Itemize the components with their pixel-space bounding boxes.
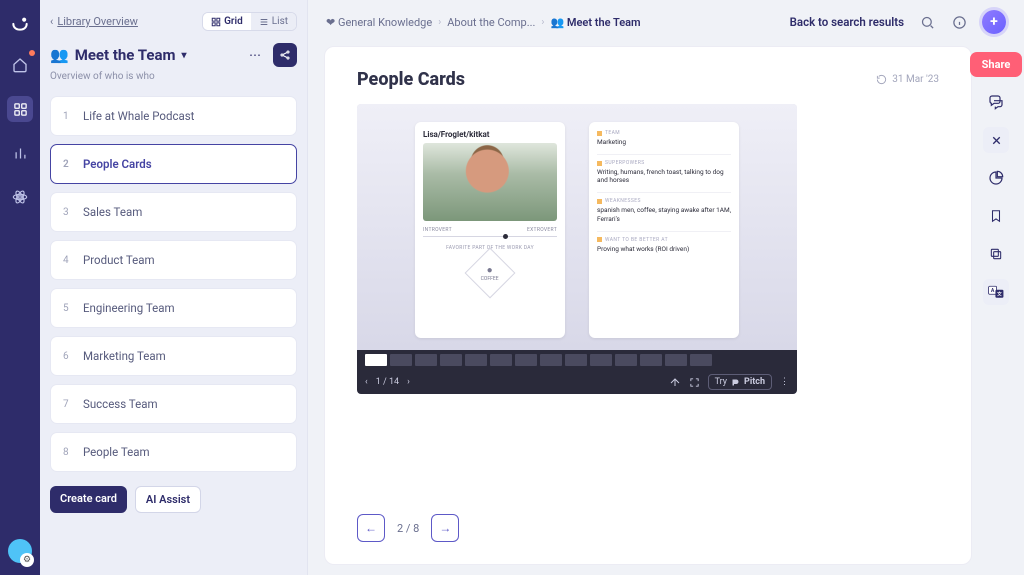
card-list: 1Life at Whale Podcast 2People Cards 3Sale… xyxy=(50,96,297,472)
breadcrumb: ❤ General Knowledge › About the Comp... › 👥 … xyxy=(326,16,641,29)
nav-analytics-icon[interactable] xyxy=(7,140,33,166)
slide-thumb[interactable] xyxy=(590,354,612,366)
search-icon[interactable] xyxy=(918,13,936,31)
sidebar-card-item[interactable]: 8People Team xyxy=(50,432,297,472)
sidebar-card-item[interactable]: 1Life at Whale Podcast xyxy=(50,96,297,136)
slide-counter: 1 / 14 xyxy=(376,377,399,387)
add-button[interactable]: + xyxy=(982,10,1006,34)
slide-thumb[interactable] xyxy=(690,354,712,366)
next-slide-icon[interactable]: › xyxy=(407,377,410,387)
nav-rail: ⚙ xyxy=(0,0,40,575)
sidebar-card-item[interactable]: 5Engineering Team xyxy=(50,288,297,328)
slide-thumb[interactable] xyxy=(365,354,387,366)
slide-thumb[interactable] xyxy=(540,354,562,366)
main-area: ❤ General Knowledge › About the Comp... › 👥 … xyxy=(308,0,1024,575)
prev-slide-icon[interactable]: ‹ xyxy=(365,377,368,387)
library-back-link[interactable]: ‹ Library Overview xyxy=(50,15,138,28)
ai-assist-button[interactable]: AI Assist xyxy=(135,486,201,513)
breadcrumb-item[interactable]: About the Comp... xyxy=(447,16,535,29)
pager-next[interactable]: → xyxy=(431,514,459,542)
chevron-left-icon: ‹ xyxy=(50,15,53,28)
person-name: Lisa/Froglet/kitkat xyxy=(423,130,557,139)
chevron-down-icon: ▾ xyxy=(181,50,186,61)
slide-thumb[interactable] xyxy=(465,354,487,366)
bookmark-icon[interactable] xyxy=(983,203,1009,229)
try-pitch-button[interactable]: Try Pitch xyxy=(708,374,772,390)
breadcrumb-item: 👥 Meet the Team xyxy=(550,16,640,29)
chevron-right-icon: › xyxy=(541,17,544,28)
pager-prev[interactable]: ← xyxy=(357,514,385,542)
comments-icon[interactable] xyxy=(983,89,1009,115)
slide-thumb[interactable] xyxy=(515,354,537,366)
back-to-results-link[interactable]: Back to search results xyxy=(790,15,904,29)
embed-controls: ‹ 1 / 14 › Try xyxy=(357,370,797,394)
fav-diamond: ●COFFEE xyxy=(465,248,516,299)
translate-icon[interactable]: A文 xyxy=(983,279,1009,305)
card-pager: ← 2 / 8 → xyxy=(357,494,939,542)
document-card: People Cards 31 Mar '23 Lisa/Froglet/kit… xyxy=(324,46,972,565)
svg-text:A: A xyxy=(991,288,995,294)
copy-icon[interactable] xyxy=(983,241,1009,267)
slide-thumb[interactable] xyxy=(665,354,687,366)
slide-thumbnails xyxy=(357,350,797,370)
pager-state: 2 / 8 xyxy=(397,522,419,535)
person-photo xyxy=(423,143,557,221)
library-back-label: Library Overview xyxy=(57,15,138,28)
sidebar-card-item[interactable]: 7Success Team xyxy=(50,384,297,424)
slide-thumb[interactable] xyxy=(565,354,587,366)
chevron-right-icon: › xyxy=(438,17,441,28)
sidebar-subtitle: Overview of who is who xyxy=(50,71,297,82)
slide-thumb[interactable] xyxy=(440,354,462,366)
close-panel-icon[interactable] xyxy=(983,127,1009,153)
person-card-right: TEAMMarketingSUPERPOWERSWriting, humans,… xyxy=(589,122,739,338)
share-icon-button[interactable] xyxy=(273,43,297,67)
sidebar: ‹ Library Overview Grid List 👥 Meet the … xyxy=(40,0,308,575)
personality-slider xyxy=(423,236,557,237)
share-button[interactable]: Share xyxy=(970,52,1023,77)
view-grid-btn[interactable]: Grid xyxy=(203,13,251,30)
create-card-button[interactable]: Create card xyxy=(50,486,127,513)
sidebar-title[interactable]: 👥 Meet the Team ▾ xyxy=(50,46,187,64)
slide-thumb[interactable] xyxy=(490,354,512,366)
chart-icon[interactable] xyxy=(983,165,1009,191)
settings-gear-icon[interactable]: ⚙ xyxy=(20,553,34,567)
doc-date: 31 Mar '23 xyxy=(876,74,939,85)
sidebar-card-item[interactable]: 4Product Team xyxy=(50,240,297,280)
embed-more-icon[interactable]: ⋮ xyxy=(780,377,789,387)
info-icon[interactable] xyxy=(950,13,968,31)
top-bar: ❤ General Knowledge › About the Comp... › 👥 … xyxy=(308,0,1024,40)
sidebar-card-item[interactable]: 3Sales Team xyxy=(50,192,297,232)
nav-atom-icon[interactable] xyxy=(7,184,33,210)
sidebar-card-item[interactable]: 6Marketing Team xyxy=(50,336,297,376)
fullscreen-icon[interactable] xyxy=(689,377,700,388)
nav-apps-icon[interactable] xyxy=(7,96,33,122)
doc-title: People Cards xyxy=(357,69,465,90)
slide-thumb[interactable] xyxy=(415,354,437,366)
sidebar-card-item[interactable]: 2People Cards xyxy=(50,144,297,184)
app-logo xyxy=(9,12,31,34)
view-list-btn[interactable]: List xyxy=(251,13,296,30)
breadcrumb-item[interactable]: ❤ General Knowledge xyxy=(326,16,432,29)
slide-thumb[interactable] xyxy=(615,354,637,366)
view-toggle: Grid List xyxy=(202,12,297,31)
slide-thumb[interactable] xyxy=(390,354,412,366)
person-card-left: Lisa/Froglet/kitkat INTROVERT EXTROVERT … xyxy=(415,122,565,338)
slide-thumb[interactable] xyxy=(640,354,662,366)
right-toolbar: Share A文 xyxy=(978,46,1014,565)
slide-canvas: Lisa/Froglet/kitkat INTROVERT EXTROVERT … xyxy=(357,104,797,350)
nav-home-icon[interactable] xyxy=(7,52,33,78)
presentation-embed: Lisa/Froglet/kitkat INTROVERT EXTROVERT … xyxy=(357,104,797,394)
share-slide-icon[interactable] xyxy=(669,376,681,388)
more-menu-button[interactable]: ⋯ xyxy=(243,43,267,67)
rail-user[interactable]: ⚙ xyxy=(8,539,32,575)
